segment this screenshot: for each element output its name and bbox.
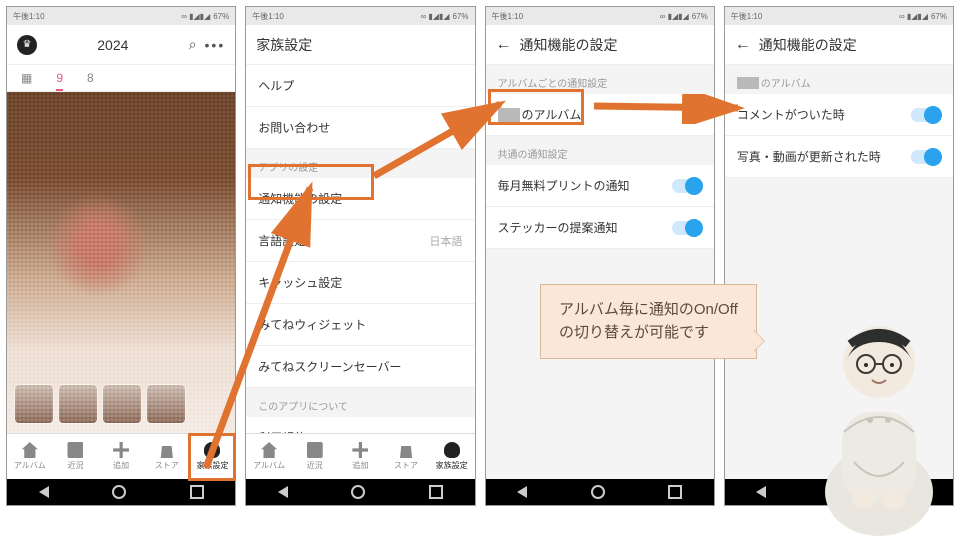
- back-arrow-icon[interactable]: ←: [496, 36, 512, 54]
- section-per-album: アルバムごとの通知設定: [486, 65, 714, 94]
- row-comment-notify[interactable]: コメントがついた時: [725, 94, 953, 136]
- row-widget[interactable]: みてねウィジェット: [246, 304, 474, 346]
- status-bar: 午後1:10 ∞ ▮◢▮◢67%: [246, 7, 474, 25]
- phone-screen-3: 午後1:10 ∞ ▮◢▮◢67% ← 通知機能の設定 アルバムごとの通知設定 の…: [485, 6, 715, 506]
- row-language[interactable]: 言語設定日本語: [246, 220, 474, 262]
- status-bar: 午後1:10 ∞ ▮◢▮◢67%: [725, 7, 953, 25]
- bottom-nav: アルバム 近況 追加 ストア 家族設定: [7, 433, 235, 479]
- recents-icon[interactable]: [429, 485, 443, 499]
- nav-add[interactable]: 追加: [338, 434, 384, 479]
- back-icon[interactable]: [756, 486, 766, 498]
- section-about: このアプリについて: [246, 388, 474, 417]
- nav-news[interactable]: 近況: [53, 434, 99, 479]
- toggle-comment[interactable]: [911, 108, 941, 122]
- back-arrow-icon[interactable]: ←: [735, 36, 751, 54]
- nav-news[interactable]: 近況: [292, 434, 338, 479]
- back-icon[interactable]: [517, 486, 527, 498]
- recents-icon[interactable]: [668, 485, 682, 499]
- row-contact[interactable]: お問い合わせ: [246, 107, 474, 149]
- page-title: 家族設定: [256, 35, 312, 55]
- app-bar: 家族設定: [246, 25, 474, 65]
- phone-screen-1: 午後1:10 ∞ ▮◢▮◢67% ♛ 2024 ⌕ ••• ▦ 9 8 アルバム: [6, 6, 236, 506]
- app-bar: ← 通知機能の設定: [725, 25, 953, 65]
- row-terms[interactable]: 利用規約: [246, 417, 474, 433]
- back-icon[interactable]: [39, 486, 49, 498]
- section-album-name: のアルバム: [725, 65, 953, 94]
- row-album-notify[interactable]: のアルバム ›: [486, 94, 714, 136]
- month-tabs: ▦ 9 8: [7, 65, 235, 92]
- android-nav: [7, 479, 235, 505]
- page-title: 通知機能の設定: [520, 35, 618, 55]
- toggle-sticker[interactable]: [672, 221, 702, 235]
- grid-icon[interactable]: ▦: [21, 71, 32, 91]
- bottom-nav: アルバム 近況 追加 ストア 家族設定: [246, 433, 474, 479]
- app-bar: ♛ 2024 ⌕ •••: [7, 25, 235, 65]
- row-media-update-notify[interactable]: 写真・動画が更新された時: [725, 136, 953, 178]
- phone-screen-2: 午後1:10 ∞ ▮◢▮◢67% 家族設定 ヘルプ お問い合わせ アプリの設定 …: [245, 6, 475, 506]
- row-help[interactable]: ヘルプ: [246, 65, 474, 107]
- more-icon[interactable]: •••: [205, 37, 226, 53]
- tab-8[interactable]: 8: [87, 71, 94, 91]
- thumbnail[interactable]: [59, 385, 97, 423]
- android-nav: [246, 479, 474, 505]
- row-cache[interactable]: キャッシュ設定: [246, 262, 474, 304]
- status-bar: 午後1:10 ∞ ▮◢▮◢67%: [7, 7, 235, 25]
- home-icon[interactable]: [591, 485, 605, 499]
- photo-main[interactable]: [7, 92, 235, 433]
- section-app-settings: アプリの設定: [246, 149, 474, 178]
- toggle-media-update[interactable]: [911, 150, 941, 164]
- person-illustration: [794, 262, 960, 542]
- recents-icon[interactable]: [190, 485, 204, 499]
- nav-album[interactable]: アルバム: [246, 434, 292, 479]
- nav-add[interactable]: 追加: [98, 434, 144, 479]
- status-bar: 午後1:10 ∞ ▮◢▮◢67%: [486, 7, 714, 25]
- page-title: 通知機能の設定: [759, 35, 857, 55]
- tab-9[interactable]: 9: [56, 71, 63, 91]
- row-notification-settings[interactable]: 通知機能の設定: [246, 178, 474, 220]
- thumbnail[interactable]: [103, 385, 141, 423]
- redacted-name: [737, 77, 759, 89]
- row-monthly-print[interactable]: 毎月無料プリントの通知: [486, 165, 714, 207]
- back-icon[interactable]: [278, 486, 288, 498]
- row-sticker-suggest[interactable]: ステッカーの提案通知: [486, 207, 714, 249]
- app-bar: ← 通知機能の設定: [486, 25, 714, 65]
- nav-family-settings[interactable]: 家族設定: [190, 434, 236, 479]
- year-label[interactable]: 2024: [97, 37, 128, 53]
- nav-store[interactable]: ストア: [144, 434, 190, 479]
- nav-store[interactable]: ストア: [383, 434, 429, 479]
- status-time: 午後1:10: [13, 11, 45, 22]
- thumbnail[interactable]: [15, 385, 53, 423]
- chevron-right-icon: ›: [698, 108, 702, 122]
- row-screensaver[interactable]: みてねスクリーンセーバー: [246, 346, 474, 388]
- home-icon[interactable]: [112, 485, 126, 499]
- crown-icon[interactable]: ♛: [17, 35, 37, 55]
- redacted-name: [498, 108, 520, 122]
- home-icon[interactable]: [351, 485, 365, 499]
- android-nav: [486, 479, 714, 505]
- nav-family-settings[interactable]: 家族設定: [429, 434, 475, 479]
- speech-bubble: アルバム毎に通知のOn/Off の切り替えが可能です: [540, 284, 757, 359]
- search-icon[interactable]: ⌕: [189, 36, 197, 53]
- section-common: 共通の通知設定: [486, 136, 714, 165]
- nav-album[interactable]: アルバム: [7, 434, 53, 479]
- toggle-monthly-print[interactable]: [672, 179, 702, 193]
- thumbnail[interactable]: [147, 385, 185, 423]
